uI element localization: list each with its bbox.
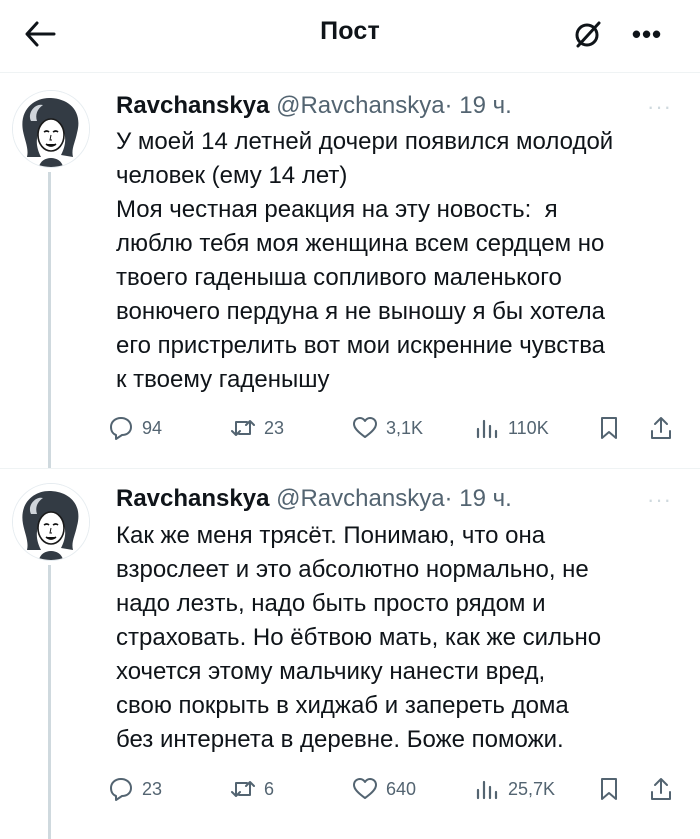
bookmark-button[interactable] xyxy=(596,408,630,448)
heart-icon xyxy=(353,417,377,438)
views-icon xyxy=(476,780,498,800)
timestamp[interactable]: 19 ч. xyxy=(459,485,512,512)
repost-icon xyxy=(231,420,255,436)
share-button[interactable] xyxy=(648,408,682,448)
more-dots-icon: ••• xyxy=(631,18,663,49)
timestamp[interactable]: 19 ч. xyxy=(459,92,512,119)
share-icon xyxy=(651,778,671,800)
separator-dot: · xyxy=(444,485,453,512)
tweet[interactable]: Ravchanskya @Ravchanskya· 19 ч. ··· Как … xyxy=(0,469,700,839)
tweet-text: У моей 14 летней дочери появился молодой… xyxy=(116,125,686,397)
views-button[interactable]: 25,7K xyxy=(474,769,555,809)
reply-button[interactable]: 23 xyxy=(108,769,162,809)
tweet-line: свою покрыть в хиджаб и запереть дома xyxy=(116,692,569,719)
tweet-more-button[interactable]: ··· xyxy=(647,487,672,513)
tweet-text: Как же меня трясёт. Понимаю, что она взр… xyxy=(116,519,686,757)
separator-dot: · xyxy=(444,92,453,119)
thread-line xyxy=(48,565,51,839)
repost-count: 6 xyxy=(264,778,275,799)
tweet-line: Как же меня трясёт. Понимаю, что она xyxy=(116,522,546,549)
grok-button[interactable] xyxy=(568,14,608,54)
user-handle[interactable]: @Ravchanskya xyxy=(276,485,444,512)
tweet-header: Ravchanskya @Ravchanskya· 19 ч. xyxy=(116,92,512,120)
bookmark-icon xyxy=(601,778,617,800)
views-button[interactable]: 110K xyxy=(474,408,549,448)
like-button[interactable]: 3,1K xyxy=(352,408,423,448)
share-icon xyxy=(651,417,671,439)
avatar[interactable] xyxy=(12,483,90,561)
repost-button[interactable]: 6 xyxy=(230,769,274,809)
tweet-line: твоего гаденыша сопливого маленького xyxy=(116,264,562,291)
tweet-line: взрослеет и это абсолютно нормально, не xyxy=(116,556,589,583)
bookmark-icon xyxy=(601,417,617,439)
tweet-line: Моя честная реакция на эту новость: я xyxy=(116,196,558,223)
reply-button[interactable]: 94 xyxy=(108,408,162,448)
tweet-line: люблю тебя моя женщина всем сердцем но xyxy=(116,230,605,257)
repost-button[interactable]: 23 xyxy=(230,408,284,448)
tweet-line: страховать. Но ёбтвою мать, как же сильн… xyxy=(116,624,602,651)
tweet-line: его пристрелить вот мои искренние чувств… xyxy=(116,332,606,359)
heart-icon xyxy=(353,778,377,799)
tweet-header: Ravchanskya @Ravchanskya· 19 ч. xyxy=(116,485,512,513)
repost-icon xyxy=(231,781,255,797)
bookmark-button[interactable] xyxy=(596,769,630,809)
more-dots-icon: ··· xyxy=(647,487,672,512)
tweet-more-button[interactable]: ··· xyxy=(647,94,672,120)
tweet-line: вонючего пердуна я не выношу я бы хотела xyxy=(116,298,606,325)
reply-count: 23 xyxy=(142,778,163,799)
tweet-line: У моей 14 летней дочери появился молодой xyxy=(116,128,614,155)
views-count: 110K xyxy=(508,417,549,438)
tweet-actions: 23 6 640 25,7K xyxy=(108,769,700,809)
avatar[interactable] xyxy=(12,90,90,168)
thread-line xyxy=(48,172,51,468)
views-count: 25,7K xyxy=(508,778,556,799)
tweet-line: надо лезть, надо быть просто рядом и xyxy=(116,590,546,617)
tweet-line: хочется этому мальчику нанести вред, xyxy=(116,658,546,685)
like-button[interactable]: 640 xyxy=(352,769,416,809)
more-dots-icon: ··· xyxy=(647,94,672,119)
reply-icon xyxy=(110,778,132,801)
display-name[interactable]: Ravchanskya xyxy=(116,485,269,512)
user-handle[interactable]: @Ravchanskya xyxy=(276,92,444,119)
tweet-line: к твоему гаденышу xyxy=(116,366,330,393)
display-name[interactable]: Ravchanskya xyxy=(116,92,269,119)
like-count: 3,1K xyxy=(386,417,424,438)
tweet-actions: 94 23 3,1K 110K xyxy=(108,408,700,448)
repost-count: 23 xyxy=(264,417,285,438)
grok-icon xyxy=(575,21,601,48)
tweet[interactable]: Ravchanskya @Ravchanskya· 19 ч. ··· У мо… xyxy=(0,72,700,469)
more-options-button[interactable]: ••• xyxy=(622,14,672,54)
share-button[interactable] xyxy=(648,769,682,809)
reply-count: 94 xyxy=(142,417,163,438)
tweet-line: без интернета в деревне. Боже поможи. xyxy=(116,726,564,753)
tweet-line: человек (ему 14 лет) xyxy=(116,162,348,189)
top-bar: Пост ••• xyxy=(0,0,700,73)
reply-icon xyxy=(110,417,132,440)
like-count: 640 xyxy=(386,778,417,799)
views-icon xyxy=(476,419,498,439)
